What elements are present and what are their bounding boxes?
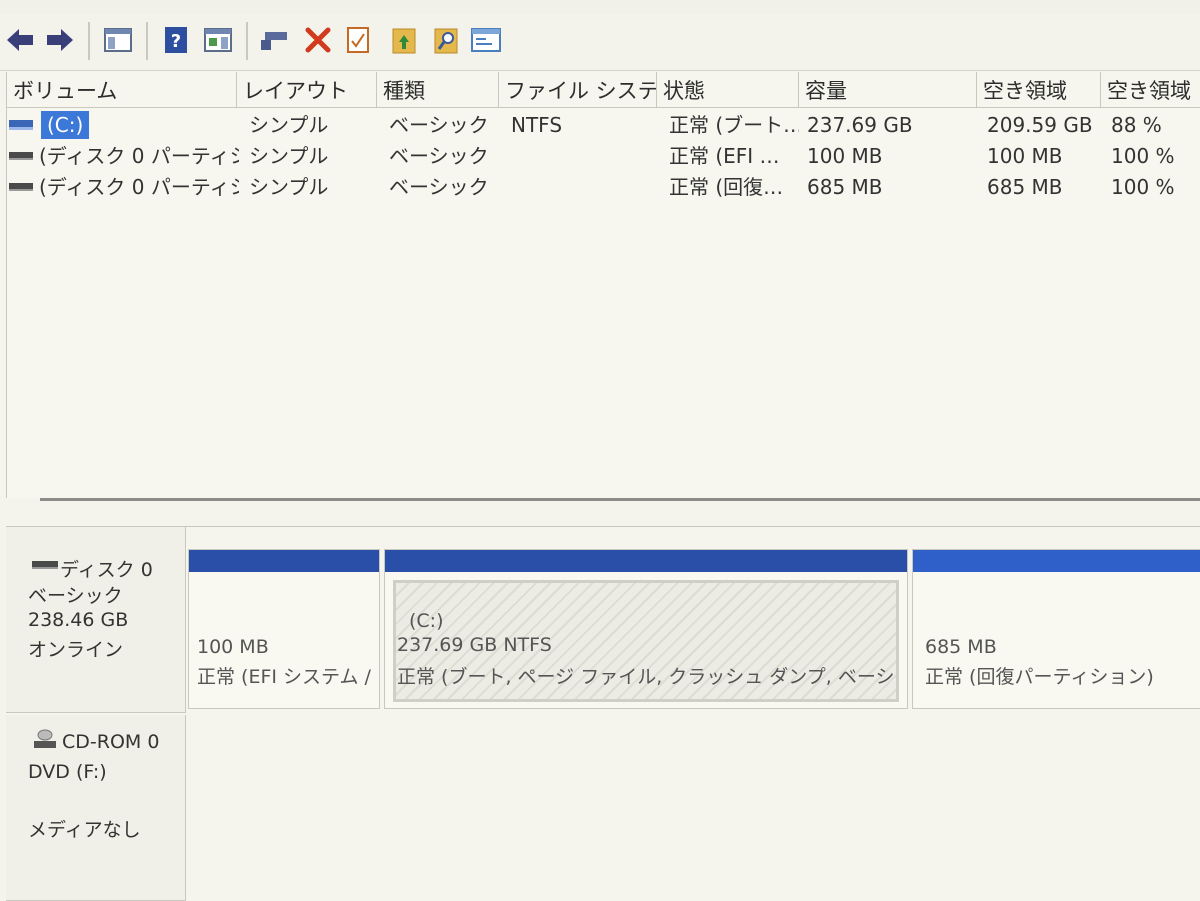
volume-icon [9, 152, 33, 160]
pane-splitter[interactable] [40, 498, 1200, 501]
volume-icon [9, 120, 33, 130]
menu-bar [0, 0, 1200, 14]
free-space-cell: 685 MB [987, 175, 1063, 199]
free-percent-cell: 88 % [1111, 113, 1162, 137]
layout-cell: シンプル [249, 175, 329, 199]
column-header-status[interactable]: 状態 [657, 72, 799, 108]
console-tree-icon[interactable] [102, 24, 134, 56]
check-icon[interactable] [342, 24, 374, 56]
partition-recovery[interactable]: 685 MB 正常 (回復パーティション) [912, 549, 1200, 709]
cdrom-empty-area [188, 715, 1200, 901]
disk-name: ディスク 0 [60, 559, 153, 581]
cdrom-0-label[interactable]: CD-ROM 0 DVD (F:) メディアなし [6, 715, 186, 901]
column-header-volume[interactable]: ボリューム [7, 72, 237, 108]
partition-title: (C:) [409, 610, 444, 632]
partition-status: 正常 (EFI システム / [197, 666, 371, 688]
cdrom-state: メディアなし [28, 819, 141, 841]
toolbar-separator [246, 22, 248, 60]
cdrom-type: DVD (F:) [28, 761, 107, 783]
folder-search-icon[interactable] [430, 24, 462, 56]
toolbar: ? [0, 14, 1200, 71]
partition-status: 正常 (ブート, ページ ファイル, クラッシュ ダンプ, ベーシック デー [397, 666, 897, 688]
column-header-type[interactable]: 種類 [377, 72, 499, 108]
status-cell: 正常 (ブート… [669, 113, 799, 137]
status-cell: 正常 (回復… [669, 175, 784, 199]
properties-icon[interactable] [470, 24, 502, 56]
free-percent-cell: 100 % [1111, 144, 1175, 168]
table-row[interactable]: (ディスク 0 パーティシ… シンプル ベーシック 正常 (回復… 685 MB… [7, 172, 1200, 202]
volume-name: (ディスク 0 パーティシ… [39, 175, 239, 199]
layout-cell: シンプル [249, 113, 329, 137]
type-cell: ベーシック [389, 175, 489, 199]
partition-size: 685 MB [925, 636, 997, 658]
delete-icon[interactable] [302, 24, 334, 56]
svg-text:?: ? [171, 31, 181, 52]
disk-state: オンライン [28, 639, 124, 661]
toolbar-separator [88, 22, 90, 60]
disk-graphical-view: ディスク 0 ベーシック 238.46 GB オンライン 100 MB 正常 (… [6, 526, 1200, 901]
free-space-cell: 100 MB [987, 144, 1063, 168]
action-pane-icon[interactable] [202, 24, 234, 56]
column-header-layout[interactable]: レイアウト [237, 72, 377, 108]
capacity-cell: 685 MB [807, 175, 883, 199]
layout-cell: シンプル [249, 144, 329, 168]
free-percent-cell: 100 % [1111, 175, 1175, 199]
type-cell: ベーシック [389, 144, 489, 168]
disk-type: ベーシック [28, 585, 123, 607]
partition-bar [913, 550, 1200, 572]
connect-drive-icon[interactable] [258, 24, 290, 56]
cdrom-name: CD-ROM 0 [62, 731, 160, 753]
volume-list: ボリューム レイアウト 種類 ファイル システム 状態 容量 空き領域 空き領域… [6, 72, 1200, 498]
partition-bar [189, 550, 379, 572]
back-arrow-icon[interactable] [4, 24, 36, 56]
volume-name: (ディスク 0 パーティシ… [39, 144, 239, 168]
partition-status: 正常 (回復パーティション) [925, 666, 1154, 688]
partition-bar [385, 550, 907, 572]
disk-size: 238.46 GB [28, 609, 129, 631]
toolbar-separator [146, 22, 148, 60]
disk-0-label[interactable]: ディスク 0 ベーシック 238.46 GB オンライン [6, 527, 186, 713]
table-row[interactable]: (ディスク 0 パーティシ… シンプル ベーシック 正常 (EFI … 100 … [7, 141, 1200, 171]
help-icon[interactable]: ? [160, 24, 192, 56]
volume-icon [9, 183, 33, 191]
partition-size: 100 MB [197, 636, 269, 658]
column-header-free-space[interactable]: 空き領域 [977, 72, 1101, 108]
column-header-free-percent[interactable]: 空き領域 [1101, 72, 1200, 108]
forward-arrow-icon[interactable] [44, 24, 76, 56]
disk-icon [32, 561, 58, 569]
column-header-capacity[interactable]: 容量 [799, 72, 977, 108]
status-cell: 正常 (EFI … [669, 144, 780, 168]
column-header-filesystem[interactable]: ファイル システム [499, 72, 657, 108]
table-row[interactable]: (C:) シンプル ベーシック NTFS 正常 (ブート… 237.69 GB … [7, 110, 1200, 140]
cdrom-icon [34, 729, 56, 748]
type-cell: ベーシック [389, 113, 489, 137]
capacity-cell: 100 MB [807, 144, 883, 168]
free-space-cell: 209.59 GB [987, 113, 1093, 137]
partition-c[interactable]: (C:) 237.69 GB NTFS 正常 (ブート, ページ ファイル, ク… [384, 549, 908, 709]
partition-size: 237.69 GB NTFS [397, 634, 552, 656]
volume-name: (C:) [41, 111, 90, 139]
partition-efi[interactable]: 100 MB 正常 (EFI システム / [188, 549, 380, 709]
folder-up-icon[interactable] [388, 24, 420, 56]
filesystem-cell: NTFS [511, 113, 563, 137]
capacity-cell: 237.69 GB [807, 113, 913, 137]
